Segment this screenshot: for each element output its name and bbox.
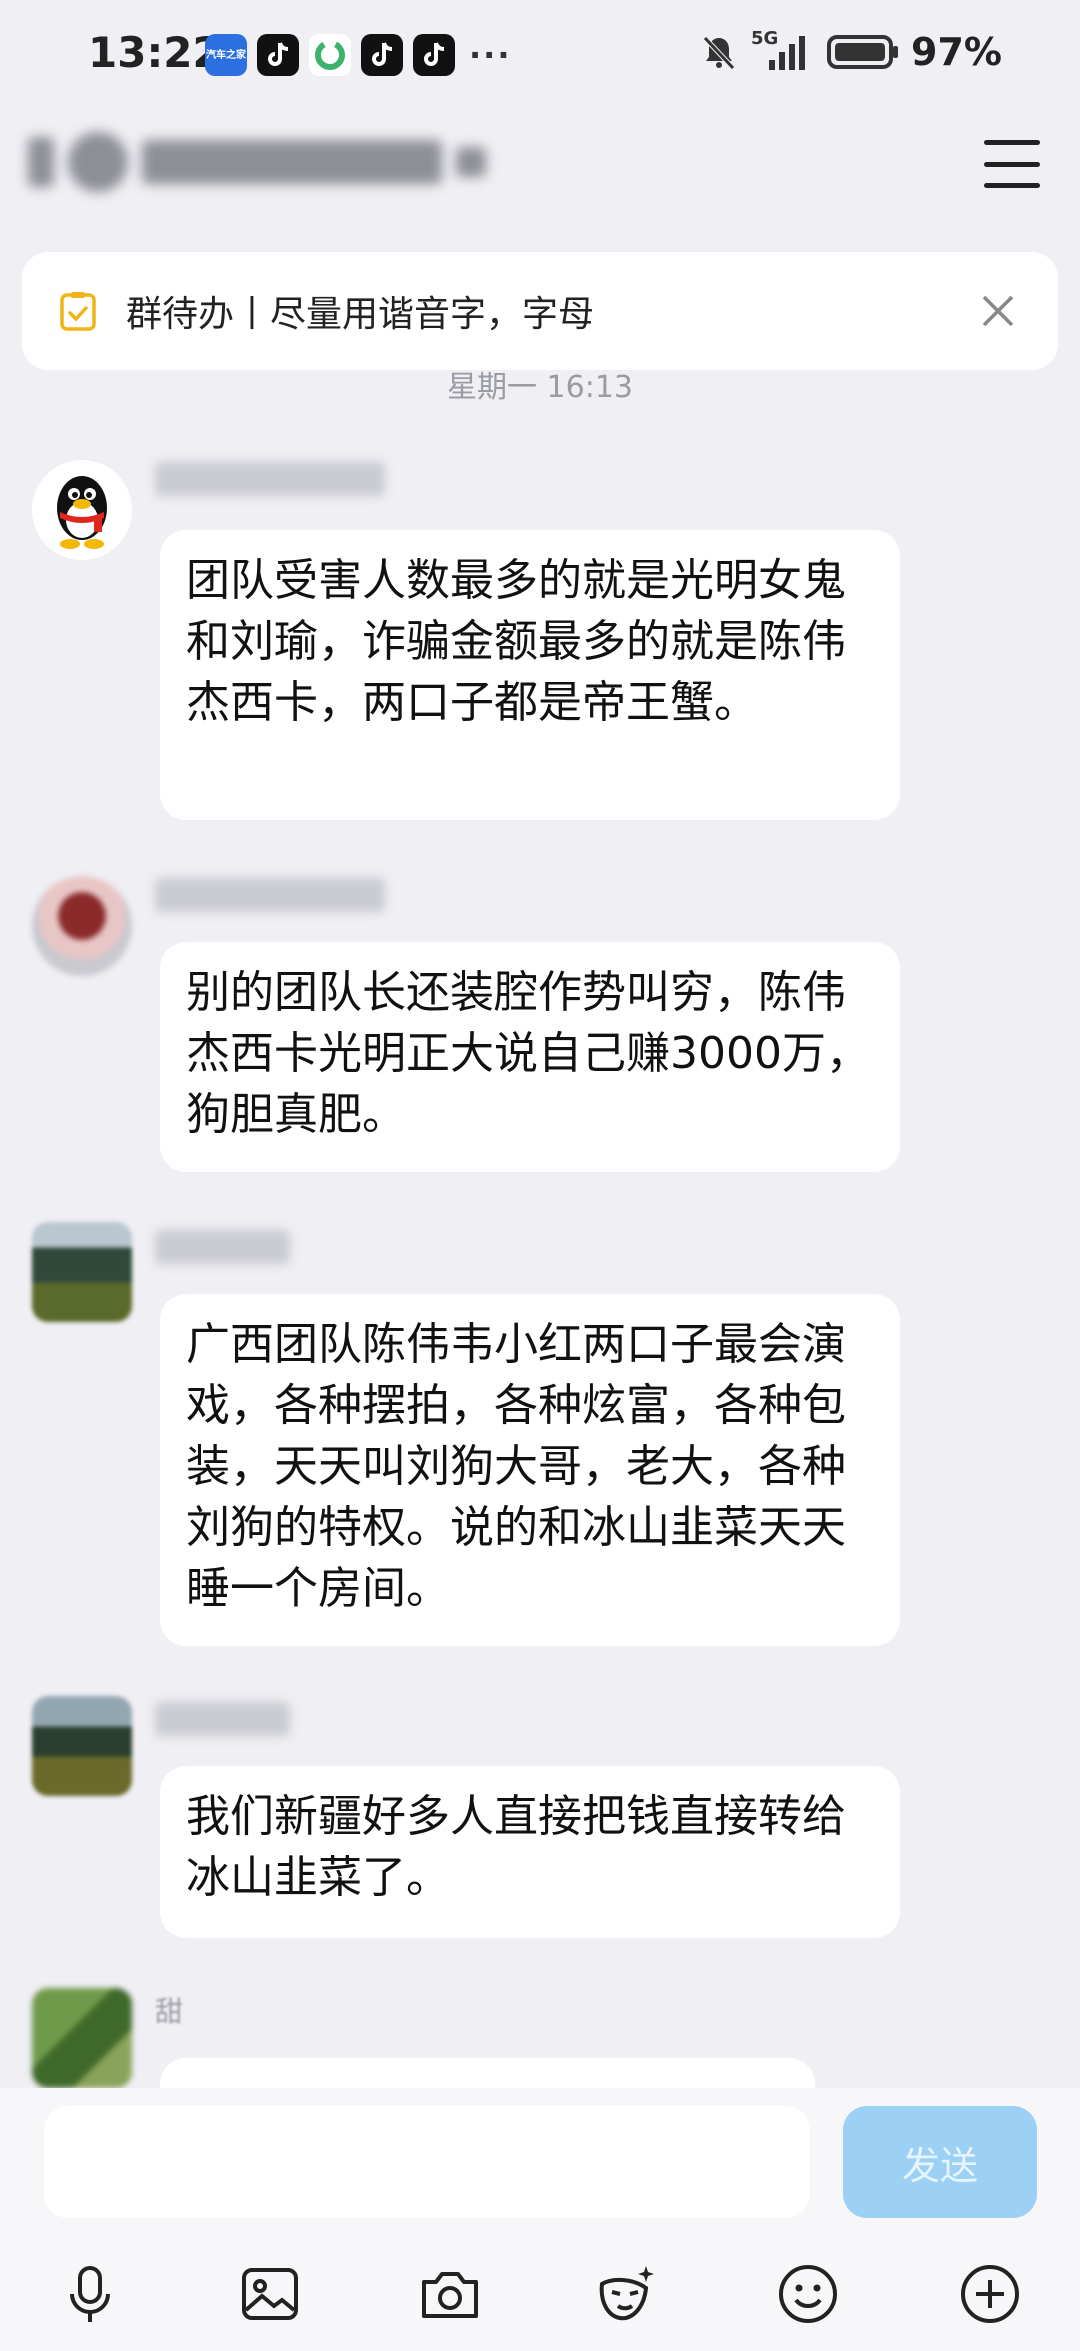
- mask-emoji-icon[interactable]: [594, 2262, 658, 2326]
- tiktok-app-icon: [361, 34, 403, 76]
- landscape-avatar[interactable]: [32, 1696, 132, 1796]
- battery-icon: [827, 35, 899, 69]
- blurred-title-badge: [456, 147, 486, 177]
- todo-text: 群待办丨尽量用谐音字，字母: [126, 294, 595, 335]
- penguin-avatar[interactable]: [32, 460, 132, 560]
- input-toolbar: [0, 2246, 1080, 2336]
- system-indicators: 5G 97%: [699, 28, 1002, 74]
- message-bubble[interactable]: 广西团队陈伟韦小红两口子最会演戏，各种摆拍，各种炫富，各种包装，天天叫刘狗大哥，…: [160, 1294, 900, 1646]
- message-bubble[interactable]: 别的团队长还装腔作势叫穷，陈伟杰西卡光明正大说自己赚3000万，狗胆真肥。: [160, 942, 900, 1172]
- message-bubble[interactable]: 我们新疆好多人直接把钱直接转给冰山韭菜了。: [160, 1766, 900, 1938]
- mute-bell-icon: [703, 36, 735, 70]
- close-icon[interactable]: [974, 287, 1022, 335]
- camera-icon[interactable]: [418, 2262, 482, 2326]
- green-avatar[interactable]: [32, 1988, 132, 2088]
- signal-icon: 5G: [751, 28, 815, 72]
- tiktok-app-icon: [257, 34, 299, 76]
- nickname: 甜: [155, 1995, 184, 2028]
- message-input[interactable]: [44, 2106, 810, 2218]
- back-arrow-icon[interactable]: [28, 137, 54, 187]
- blurred-nickname: [155, 1230, 290, 1264]
- status-time: 13:22: [88, 28, 222, 77]
- blurred-nickname: [155, 462, 385, 496]
- input-area: 发送: [0, 2088, 1080, 2351]
- blurred-nickname: [155, 878, 385, 912]
- autohome-app-icon: 汽车之家: [205, 34, 247, 76]
- more-notifications: ···: [469, 36, 512, 74]
- chat-header: [0, 120, 1080, 210]
- message-timestamp: 星期一 16:13: [447, 370, 633, 405]
- plus-icon[interactable]: [958, 2262, 1022, 2326]
- menu-icon[interactable]: [984, 140, 1040, 188]
- send-button[interactable]: 发送: [843, 2106, 1037, 2218]
- landscape-avatar[interactable]: [32, 1222, 132, 1322]
- blurred-avatar: [68, 132, 128, 192]
- blurred-title-text: [142, 140, 442, 184]
- battery-percent: 97%: [911, 30, 1002, 74]
- blurred-group-title: [28, 132, 486, 192]
- status-bar: 13:22 汽车之家 ··· 5G 97%: [0, 0, 1080, 110]
- blurred-avatar[interactable]: [32, 876, 132, 976]
- image-icon[interactable]: [238, 2262, 302, 2326]
- message-bubble[interactable]: 团队受害人数最多的就是光明女鬼和刘瑜，诈骗金额最多的就是陈伟杰西卡，两口子都是帝…: [160, 530, 900, 820]
- microphone-icon[interactable]: [58, 2262, 122, 2326]
- todo-icon: [60, 292, 96, 331]
- tiktok-app-icon: [413, 34, 455, 76]
- smiley-icon[interactable]: [776, 2262, 840, 2326]
- green-swirl-app-icon: [309, 34, 351, 76]
- blurred-nickname: [155, 1702, 290, 1736]
- group-todo-banner[interactable]: 群待办丨尽量用谐音字，字母: [22, 252, 1058, 370]
- network-type: 5G: [751, 28, 779, 49]
- notification-icons: 汽车之家 ···: [205, 34, 511, 76]
